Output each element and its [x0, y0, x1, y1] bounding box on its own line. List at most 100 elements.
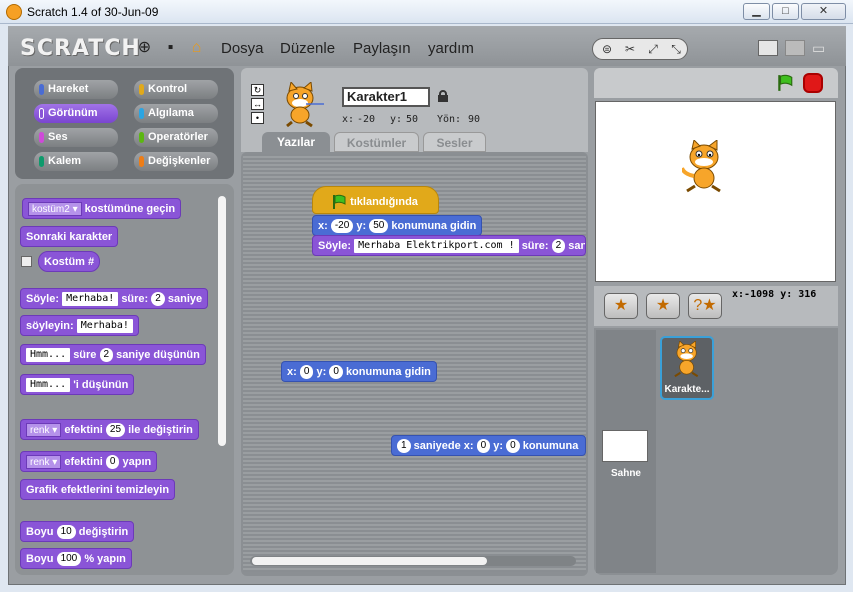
block-text: efektini: [64, 424, 103, 436]
number-slot[interactable]: 0: [105, 455, 120, 470]
normal-stage-view-button[interactable]: [758, 40, 778, 56]
number-slot[interactable]: 10: [56, 525, 76, 540]
sprite-x-label: x:: [342, 114, 355, 125]
category-algilama[interactable]: Algılama: [134, 104, 218, 123]
category-color-dot: [139, 84, 144, 95]
category-ses[interactable]: Ses: [34, 128, 118, 147]
number-slot[interactable]: 2: [99, 348, 114, 363]
tab-scripts[interactable]: Yazılar: [262, 132, 330, 152]
block-switch-costume[interactable]: kostüm2 ▾ kostümüne geçin: [22, 198, 182, 219]
category-kontrol[interactable]: Kontrol: [134, 80, 218, 99]
stop-button[interactable]: [803, 73, 823, 93]
green-flag-button[interactable]: [776, 74, 794, 92]
rotate-style-flip-icon[interactable]: ↔: [251, 98, 264, 110]
block-next-costume[interactable]: Sonraki karakter: [20, 226, 119, 247]
close-button[interactable]: ✕: [801, 3, 846, 20]
number-slot[interactable]: 0: [506, 439, 520, 454]
number-slot[interactable]: 25: [105, 423, 126, 438]
number-slot[interactable]: 0: [476, 439, 491, 454]
number-slot[interactable]: 0: [299, 365, 314, 380]
sprite-y-label: y:: [390, 114, 403, 125]
block-costume-number[interactable]: Kostüm #: [38, 251, 101, 272]
presentation-mode-icon[interactable]: ▭: [812, 40, 830, 56]
paint-new-sprite-button[interactable]: ★: [604, 293, 638, 319]
maximize-button[interactable]: □: [772, 3, 799, 20]
category-label: Görünüm: [48, 107, 98, 119]
stage-thumbnail[interactable]: [602, 430, 648, 462]
share-icon[interactable]: ⌂: [188, 39, 205, 56]
category-label: Kalem: [48, 155, 82, 167]
globe-icon[interactable]: ⊕: [136, 39, 153, 56]
sprite-thumbnail-label: Karakte...: [664, 384, 710, 395]
scrollbar-thumb[interactable]: [252, 557, 487, 565]
duplicate-icon[interactable]: ⊜: [598, 40, 616, 58]
category-label: Operatörler: [148, 131, 208, 143]
number-slot[interactable]: 50: [369, 219, 389, 234]
delete-icon[interactable]: ✂: [621, 40, 639, 58]
save-icon[interactable]: ▪: [162, 39, 179, 56]
block-set-effect[interactable]: renk ▾ efektini 0 yapın: [20, 451, 158, 472]
block-say[interactable]: söyleyin: Merhaba!: [20, 315, 139, 336]
text-slot[interactable]: Hmm...: [26, 348, 71, 363]
category-degiskenler[interactable]: Değişkenler: [134, 152, 218, 171]
text-slot[interactable]: Merhaba!: [62, 292, 119, 307]
block-text: 'i düşünün: [73, 379, 129, 391]
sprite-cat-thumbnail: [286, 82, 324, 128]
text-slot[interactable]: Merhaba!: [76, 319, 133, 334]
block-think-for[interactable]: Hmm... süre 2 saniye düşünün: [20, 344, 206, 365]
number-slot[interactable]: -20: [330, 219, 354, 234]
number-slot[interactable]: 1: [397, 439, 411, 454]
menu-yardim[interactable]: yardım: [428, 40, 474, 57]
block-text: tıklandığında: [350, 196, 418, 208]
block-change-effect[interactable]: renk ▾ efektini 25 ile değiştirin: [20, 419, 199, 440]
block-text: değiştirin: [78, 526, 129, 538]
random-sprite-button[interactable]: ?★: [688, 293, 722, 319]
shrink-icon[interactable]: ⤡: [667, 40, 685, 58]
effect-dropdown[interactable]: renk ▾: [26, 455, 62, 470]
sprite-name-field[interactable]: Karakter1: [342, 87, 430, 107]
number-slot[interactable]: 2: [551, 239, 566, 254]
minimize-button[interactable]: ▁: [743, 3, 770, 20]
block-goto-xy-2[interactable]: x: 0 y: 0 konumuna gidin: [281, 361, 437, 382]
category-operatorler[interactable]: Operatörler: [134, 128, 218, 147]
block-change-size[interactable]: Boyu 10 değiştirin: [20, 521, 135, 542]
text-slot[interactable]: Merhaba Elektrikport.com !: [354, 239, 519, 254]
rotate-style-full-icon[interactable]: ↻: [251, 84, 264, 96]
category-color-dot: [39, 84, 44, 95]
block-text: ile değiştirin: [128, 424, 193, 436]
block-goto-xy[interactable]: x: -20 y: 50 konumuna gidin: [312, 215, 483, 236]
number-slot[interactable]: 100: [56, 552, 82, 567]
tab-costumes[interactable]: Kostümler: [334, 132, 419, 152]
text-slot[interactable]: Hmm...: [26, 378, 71, 393]
stage[interactable]: [595, 101, 836, 282]
category-label: Hareket: [48, 83, 89, 95]
block-think[interactable]: Hmm... 'i düşünün: [20, 374, 135, 395]
number-slot[interactable]: 0: [329, 365, 343, 380]
category-kalem[interactable]: Kalem: [34, 152, 118, 171]
grow-icon[interactable]: ⤢: [644, 40, 662, 58]
block-glide[interactable]: 1 saniyede x: 0 y: 0 konumuna: [391, 435, 586, 456]
block-when-flag-clicked[interactable]: tıklandığında: [312, 186, 439, 214]
stage-cat-sprite[interactable]: [682, 140, 730, 195]
sprite-x-value: -20: [357, 114, 376, 125]
rotate-style-none-icon[interactable]: •: [251, 112, 264, 124]
effect-dropdown[interactable]: renk ▾: [26, 423, 62, 438]
small-stage-view-button[interactable]: [785, 40, 805, 56]
number-slot[interactable]: 2: [151, 292, 165, 307]
category-gorunum[interactable]: Görünüm: [34, 104, 118, 123]
menu-paylasin[interactable]: Paylaşın: [353, 40, 411, 57]
palette-scrollbar[interactable]: [218, 196, 226, 446]
costume-num-checkbox[interactable]: [21, 256, 32, 267]
block-say-for-seconds[interactable]: Söyle: Merhaba Elektrikport.com ! süre: …: [312, 235, 586, 256]
lock-icon[interactable]: [438, 90, 448, 102]
block-set-size[interactable]: Boyu 100 % yapın: [20, 548, 132, 569]
category-hareket[interactable]: Hareket: [34, 80, 118, 99]
block-say-for[interactable]: Söyle: Merhaba! süre: 2 saniye: [20, 288, 209, 309]
menu-dosya[interactable]: Dosya: [221, 40, 264, 57]
choose-sprite-file-button[interactable]: ★: [646, 293, 680, 319]
menu-duzenle[interactable]: Düzenle: [280, 40, 335, 57]
costume-dropdown[interactable]: kostüm2 ▾: [28, 202, 82, 217]
tab-sounds[interactable]: Sesler: [423, 132, 486, 152]
category-color-dot: [139, 108, 144, 119]
block-clear-effects[interactable]: Grafik efektlerini temizleyin: [20, 479, 176, 500]
